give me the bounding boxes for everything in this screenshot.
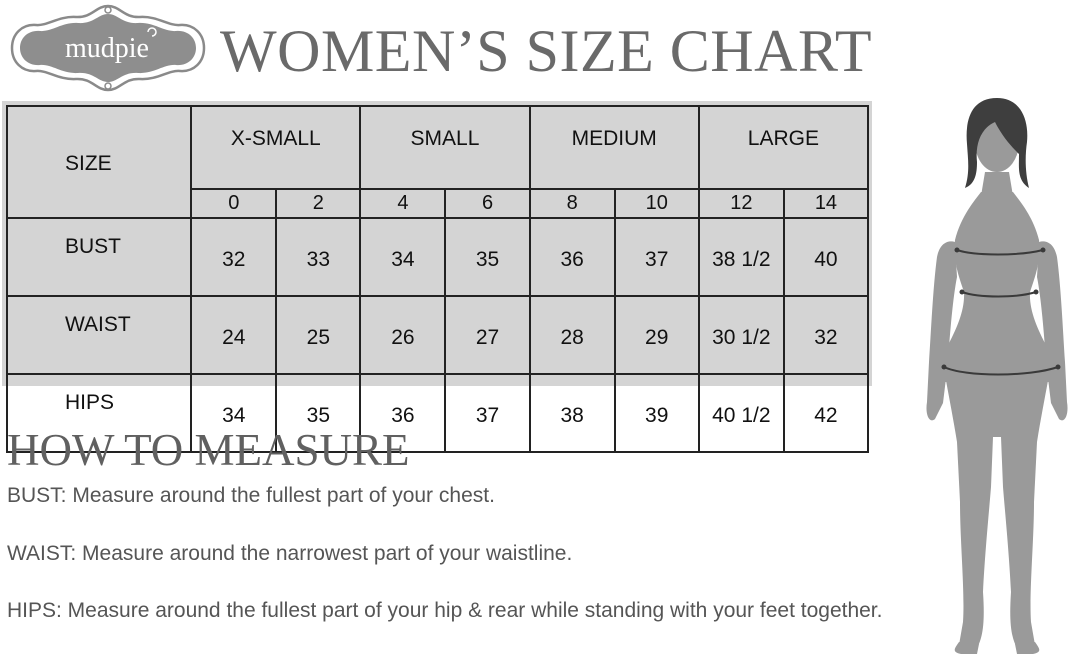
bust-marker-right — [1040, 247, 1046, 253]
size-group-header: SMALL — [359, 105, 531, 190]
measurement-cell: 37 — [444, 373, 531, 453]
size-number-cell: 6 — [444, 188, 531, 219]
measurement-cell: 35 — [444, 217, 531, 297]
measurement-cell: 30 1/2 — [697, 295, 785, 375]
hips-marker-right — [1055, 364, 1061, 370]
size-number-cell: 14 — [782, 188, 870, 219]
measurement-cell: 42 — [782, 373, 870, 453]
size-number-cell: 4 — [359, 188, 447, 219]
woman-body-figure-icon — [926, 98, 1068, 654]
size-group-header: LARGE — [697, 105, 870, 190]
measurement-cell: 27 — [444, 295, 531, 375]
size-number-cell: 0 — [190, 188, 278, 219]
brand-logo: mudpie — [10, 4, 206, 92]
measurement-cell: 40 1/2 — [697, 373, 785, 453]
size-group-header: MEDIUM — [528, 105, 700, 190]
measurement-cell: 25 — [275, 295, 362, 375]
figure-legs — [945, 375, 1049, 648]
waist-marker-right — [1033, 289, 1039, 295]
measurement-cell: 37 — [613, 217, 700, 297]
waist-marker-left — [959, 289, 965, 295]
row-label-bust: BUST — [5, 217, 193, 297]
hips-instruction: HIPS: Measure around the fullest part of… — [7, 599, 883, 622]
measurement-cell: 33 — [275, 217, 362, 297]
measurement-cell: 24 — [190, 295, 278, 375]
logo-text: mudpie — [65, 33, 149, 64]
measurement-cell: 34 — [359, 217, 447, 297]
measurement-cell: 32 — [190, 217, 278, 297]
hips-marker-left — [941, 364, 947, 370]
figure-neck — [981, 172, 1013, 196]
size-header-cell: SIZE — [5, 105, 193, 219]
measurement-cell: 28 — [528, 295, 616, 375]
size-number-cell: 2 — [275, 188, 362, 219]
size-number-cell: 12 — [697, 188, 785, 219]
measurement-cell: 32 — [782, 295, 870, 375]
size-number-cell: 8 — [528, 188, 616, 219]
page-title: WOMEN’S SIZE CHART — [220, 18, 873, 84]
measurement-cell: 29 — [613, 295, 700, 375]
size-chart-table-panel: SIZE X-SMALL SMALL MEDIUM LARGE 0 2 4 6 … — [2, 101, 872, 453]
measurement-cell: 26 — [359, 295, 447, 375]
size-chart-table: SIZE X-SMALL SMALL MEDIUM LARGE 0 2 4 6 … — [5, 105, 870, 453]
measurement-cell: 36 — [528, 217, 616, 297]
measurement-cell: 38 1/2 — [697, 217, 785, 297]
figure-torso — [943, 192, 1051, 382]
how-to-measure-heading: HOW TO MEASURE — [7, 425, 410, 475]
table-row-bust: BUST 32 33 34 35 36 37 38 1/2 40 — [5, 217, 870, 297]
measurement-cell: 38 — [528, 373, 616, 453]
size-number-cell: 10 — [613, 188, 700, 219]
size-group-header: X-SMALL — [190, 105, 362, 190]
waist-instruction: WAIST: Measure around the narrowest part… — [7, 542, 573, 565]
table-row-waist: WAIST 24 25 26 27 28 29 30 1/2 32 — [5, 295, 870, 375]
measurement-cell: 39 — [613, 373, 700, 453]
bust-instruction: BUST: Measure around the fullest part of… — [7, 484, 495, 507]
row-label-waist: WAIST — [5, 295, 193, 375]
bust-marker-left — [954, 247, 960, 253]
measurement-cell: 40 — [782, 217, 870, 297]
figure-feet — [954, 642, 1040, 654]
